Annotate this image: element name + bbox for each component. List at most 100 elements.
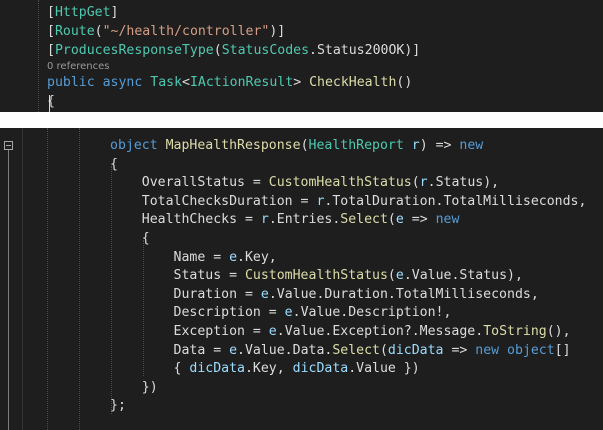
code-token: ()	[396, 75, 413, 90]
code-token: };	[110, 398, 126, 414]
code-token: (	[213, 43, 222, 58]
code-token: e	[395, 268, 404, 284]
code-token: HttpGet	[54, 5, 111, 20]
code-token: dicData	[387, 342, 444, 358]
code-token: public	[47, 75, 95, 90]
code-token: {	[110, 361, 190, 377]
code-token: CheckHealth	[309, 75, 397, 90]
code-token: (),	[546, 324, 571, 339]
code-token: [	[47, 24, 55, 39]
code-line[interactable]: Description = e.Value.Description!,	[110, 303, 452, 322]
code-token: Exception =	[110, 324, 269, 339]
code-token: .Key,	[244, 361, 293, 377]
code-line[interactable]: Data = e.Value.Data.Select(dicData => ne…	[110, 341, 571, 360]
text-caret	[49, 95, 50, 112]
code-token: new	[475, 342, 500, 358]
collapse-toggle-icon[interactable]	[4, 141, 13, 150]
code-line[interactable]: Name = e.Key,	[110, 248, 277, 267]
code-token: MapHealthResponse	[165, 138, 301, 153]
references-codelens[interactable]: 0 references	[47, 60, 110, 74]
code-token: >	[293, 75, 310, 90]
code-token: .Entries.	[268, 212, 341, 228]
code-token: Select	[332, 342, 380, 358]
code-token: [	[47, 5, 55, 20]
code-token: r	[419, 175, 428, 191]
code-token: CustomHealthStatus	[244, 268, 388, 284]
code-line[interactable]: OverallStatus = CustomHealthStatus(r.Sta…	[110, 173, 499, 192]
code-token: )]	[269, 24, 286, 39]
code-token: Status =	[110, 268, 245, 284]
code-token: Description =	[110, 305, 285, 321]
code-token: dicData	[292, 361, 349, 377]
indent-guide	[47, 128, 48, 430]
code-token: e	[395, 212, 404, 228]
code-token: Select	[340, 212, 388, 228]
code-line[interactable]: object MapHealthResponse(HealthReport r)…	[110, 136, 483, 155]
code-token: .Value.Data.	[237, 342, 333, 358]
top-code-editor[interactable]: [HttpGet] [Route("~/health/controller")][…	[0, 0, 603, 112]
code-line[interactable]: TotalChecksDuration = r.TotalDuration.To…	[110, 192, 587, 211]
code-token: .Status),	[427, 175, 500, 191]
code-token: Duration =	[110, 286, 261, 302]
code-token: Name =	[110, 249, 230, 265]
code-line[interactable]: [Route("~/health/controller")]	[47, 22, 285, 41]
code-token: r	[411, 138, 420, 153]
code-token: new	[435, 212, 460, 228]
code-line[interactable]: [HttpGet]	[47, 3, 118, 22]
code-token: <	[182, 75, 190, 90]
code-line[interactable]: })	[110, 378, 158, 397]
code-line[interactable]: HealthChecks = r.Entries.Select(e => new	[110, 210, 460, 229]
code-token: e	[268, 324, 277, 339]
code-token: .Status200OK)]	[309, 43, 421, 58]
code-line[interactable]: Exception = e.Value.Exception?.Message.T…	[110, 322, 571, 341]
code-line[interactable]: {	[110, 155, 118, 174]
code-line[interactable]: { dicData.Key, dicData.Value })	[110, 359, 420, 378]
code-token: r	[260, 212, 269, 228]
code-line[interactable]: Status = CustomHealthStatus(e.Value.Stat…	[110, 266, 523, 285]
code-token: StatusCodes	[221, 43, 310, 58]
code-token: [	[47, 43, 55, 58]
indent-guide	[38, 0, 39, 112]
code-token: object	[507, 342, 555, 358]
code-token: (	[94, 24, 103, 39]
code-token: new	[459, 138, 484, 153]
code-token: =>	[443, 342, 476, 358]
code-token: "~/health/controller"	[102, 24, 270, 39]
code-token: .Key,	[237, 249, 277, 265]
code-line[interactable]: Duration = e.Value.Duration.TotalMillise…	[110, 285, 539, 304]
code-token: =>	[403, 212, 436, 228]
code-token: {	[110, 156, 118, 172]
code-token: []	[554, 342, 571, 358]
code-line[interactable]: public async Task<IActionResult> CheckHe…	[47, 73, 412, 92]
code-token: Task	[150, 75, 183, 90]
code-token: HealthReport	[308, 138, 404, 153]
code-token: CustomHealthStatus	[268, 175, 412, 191]
code-token: OverallStatus =	[110, 175, 269, 191]
code-token: HealthChecks =	[110, 212, 261, 228]
code-token: .Value.Description!,	[292, 305, 452, 321]
margin-separator	[22, 128, 23, 430]
code-line[interactable]: };	[110, 396, 126, 415]
code-token: })	[110, 379, 158, 395]
bottom-code-editor[interactable]: object MapHealthResponse ( HealthReport r)…	[0, 128, 603, 430]
code-token: .Value.Exception?.Message.	[276, 324, 484, 339]
code-line[interactable]: [ProducesResponseType(StatusCodes.Status…	[47, 41, 420, 60]
code-token: async	[102, 75, 143, 90]
code-token: ]	[110, 5, 119, 20]
code-token: .Value.Duration.TotalMilliseconds,	[268, 286, 539, 302]
code-token: e	[229, 342, 238, 358]
code-token: ) =>	[419, 138, 460, 153]
code-token: {	[110, 231, 150, 246]
code-token: ToString	[483, 324, 547, 339]
code-token: (	[411, 175, 420, 191]
code-token: e	[229, 249, 238, 265]
code-token: IActionResult	[189, 75, 294, 90]
code-line[interactable]: {	[110, 229, 150, 248]
code-token: (	[379, 342, 388, 358]
code-token: object	[110, 138, 158, 153]
code-token: (	[387, 212, 396, 228]
